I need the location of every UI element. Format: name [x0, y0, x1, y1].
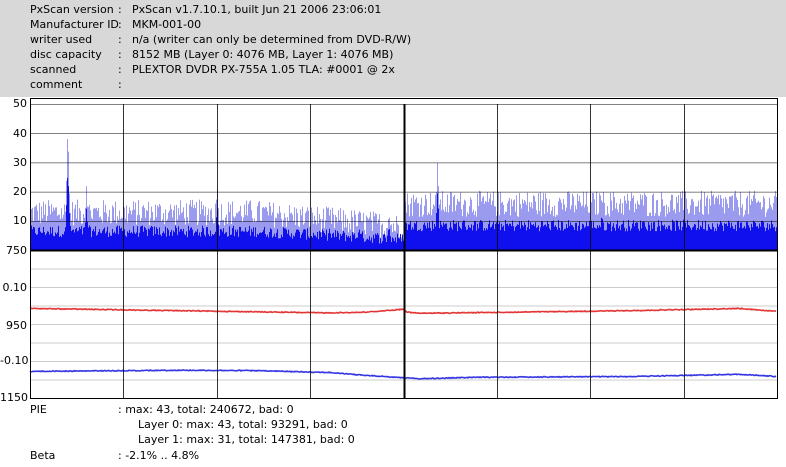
- summary-layer1: Layer 1: max: 31, total: 147381, bad: 0: [138, 433, 355, 446]
- pie-beta-chart: [29, 98, 778, 399]
- summary-layer0: Layer 0: max: 43, total: 93291, bad: 0: [138, 418, 348, 431]
- series-jitter: [29, 368, 777, 380]
- summary-beta-label: Beta: [30, 449, 56, 462]
- series-beta: [29, 307, 777, 315]
- summary-beta-value: : -2.1% .. 4.8%: [118, 449, 200, 462]
- beta-jitter-group: [29, 307, 777, 380]
- summary-pie-value: : max: 43, total: 240672, bad: 0: [118, 403, 294, 416]
- summary-pie-label: PIE: [30, 403, 47, 416]
